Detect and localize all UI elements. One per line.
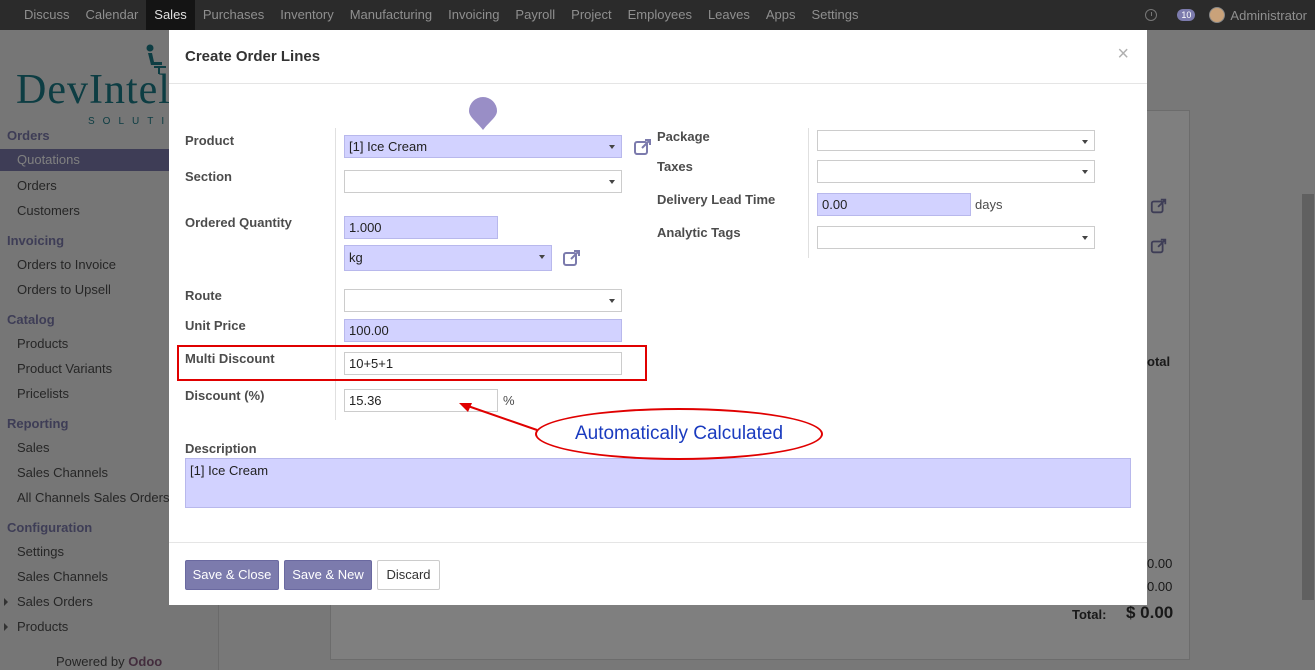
unit-price-label: Unit Price xyxy=(185,318,246,333)
menu-purchases[interactable]: Purchases xyxy=(195,0,272,30)
close-icon[interactable]: × xyxy=(1117,43,1129,66)
activity-clock-icon[interactable] xyxy=(1145,9,1158,21)
multi-discount-highlight xyxy=(177,345,647,381)
discount-label: Discount (%) xyxy=(185,388,265,403)
package-select[interactable] xyxy=(817,130,1095,151)
product-select[interactable]: [1] Ice Cream xyxy=(344,135,622,158)
systray: 10 Administrator xyxy=(1145,0,1307,30)
analytic-tags-select[interactable] xyxy=(817,226,1095,249)
description-textarea[interactable]: [1] Ice Cream xyxy=(185,458,1131,508)
discard-button[interactable]: Discard xyxy=(377,560,440,590)
menu-discuss[interactable]: Discuss xyxy=(16,0,78,30)
menu-manufacturing[interactable]: Manufacturing xyxy=(342,0,440,30)
menu-employees[interactable]: Employees xyxy=(620,0,700,30)
chat-count-badge[interactable]: 10 xyxy=(1177,9,1196,21)
package-label: Package xyxy=(657,129,710,144)
product-label: Product xyxy=(185,133,235,148)
menu-inventory[interactable]: Inventory xyxy=(272,0,341,30)
dialog-footer: Save & Close Save & New Discard xyxy=(169,542,1147,605)
menu-project[interactable]: Project xyxy=(563,0,619,30)
create-order-lines-dialog: Create Order Lines × Product [1] Ice Cre… xyxy=(169,30,1147,605)
analytic-tags-label: Analytic Tags xyxy=(657,225,741,240)
save-new-button[interactable]: Save & New xyxy=(284,560,372,590)
uom-select[interactable]: kg xyxy=(344,245,552,271)
annotation-arrow-icon xyxy=(459,403,538,431)
menu-payroll[interactable]: Payroll xyxy=(507,0,563,30)
app-menu: Discuss Calendar Sales Purchases Invento… xyxy=(16,0,867,30)
user-avatar[interactable] xyxy=(1209,7,1226,23)
menu-sales[interactable]: Sales xyxy=(146,0,195,30)
unit-price-input[interactable]: 100.00 xyxy=(344,319,622,342)
dialog-title: Create Order Lines xyxy=(185,48,321,65)
ordered-quantity-label: Ordered Quantity xyxy=(185,215,292,230)
dialog-header: Create Order Lines × xyxy=(169,30,1147,84)
delivery-lead-time-label: Delivery Lead Time xyxy=(657,192,776,207)
lead-time-days-suffix: days xyxy=(975,197,1003,212)
top-navbar: Discuss Calendar Sales Purchases Invento… xyxy=(0,0,1315,30)
save-close-button[interactable]: Save & Close xyxy=(185,560,279,590)
external-link-icon[interactable] xyxy=(633,137,653,157)
quantity-input[interactable]: 1.000 xyxy=(344,216,498,239)
menu-invoicing[interactable]: Invoicing xyxy=(440,0,507,30)
menu-calendar[interactable]: Calendar xyxy=(78,0,147,30)
cursor-pin-icon xyxy=(469,97,497,130)
group-divider xyxy=(808,128,809,258)
menu-settings[interactable]: Settings xyxy=(804,0,867,30)
section-select[interactable] xyxy=(344,170,622,193)
user-menu[interactable]: Administrator xyxy=(1230,8,1307,23)
external-link-icon[interactable] xyxy=(562,248,582,268)
lead-time-input[interactable]: 0.00 xyxy=(817,193,971,216)
route-select[interactable] xyxy=(344,289,622,312)
description-label: Description xyxy=(185,441,257,456)
taxes-select[interactable] xyxy=(817,160,1095,183)
section-label: Section xyxy=(185,169,232,184)
route-label: Route xyxy=(185,288,222,303)
menu-apps[interactable]: Apps xyxy=(758,0,804,30)
callout-ellipse: Automatically Calculated xyxy=(535,408,823,460)
menu-leaves[interactable]: Leaves xyxy=(700,0,758,30)
taxes-label: Taxes xyxy=(657,159,693,174)
